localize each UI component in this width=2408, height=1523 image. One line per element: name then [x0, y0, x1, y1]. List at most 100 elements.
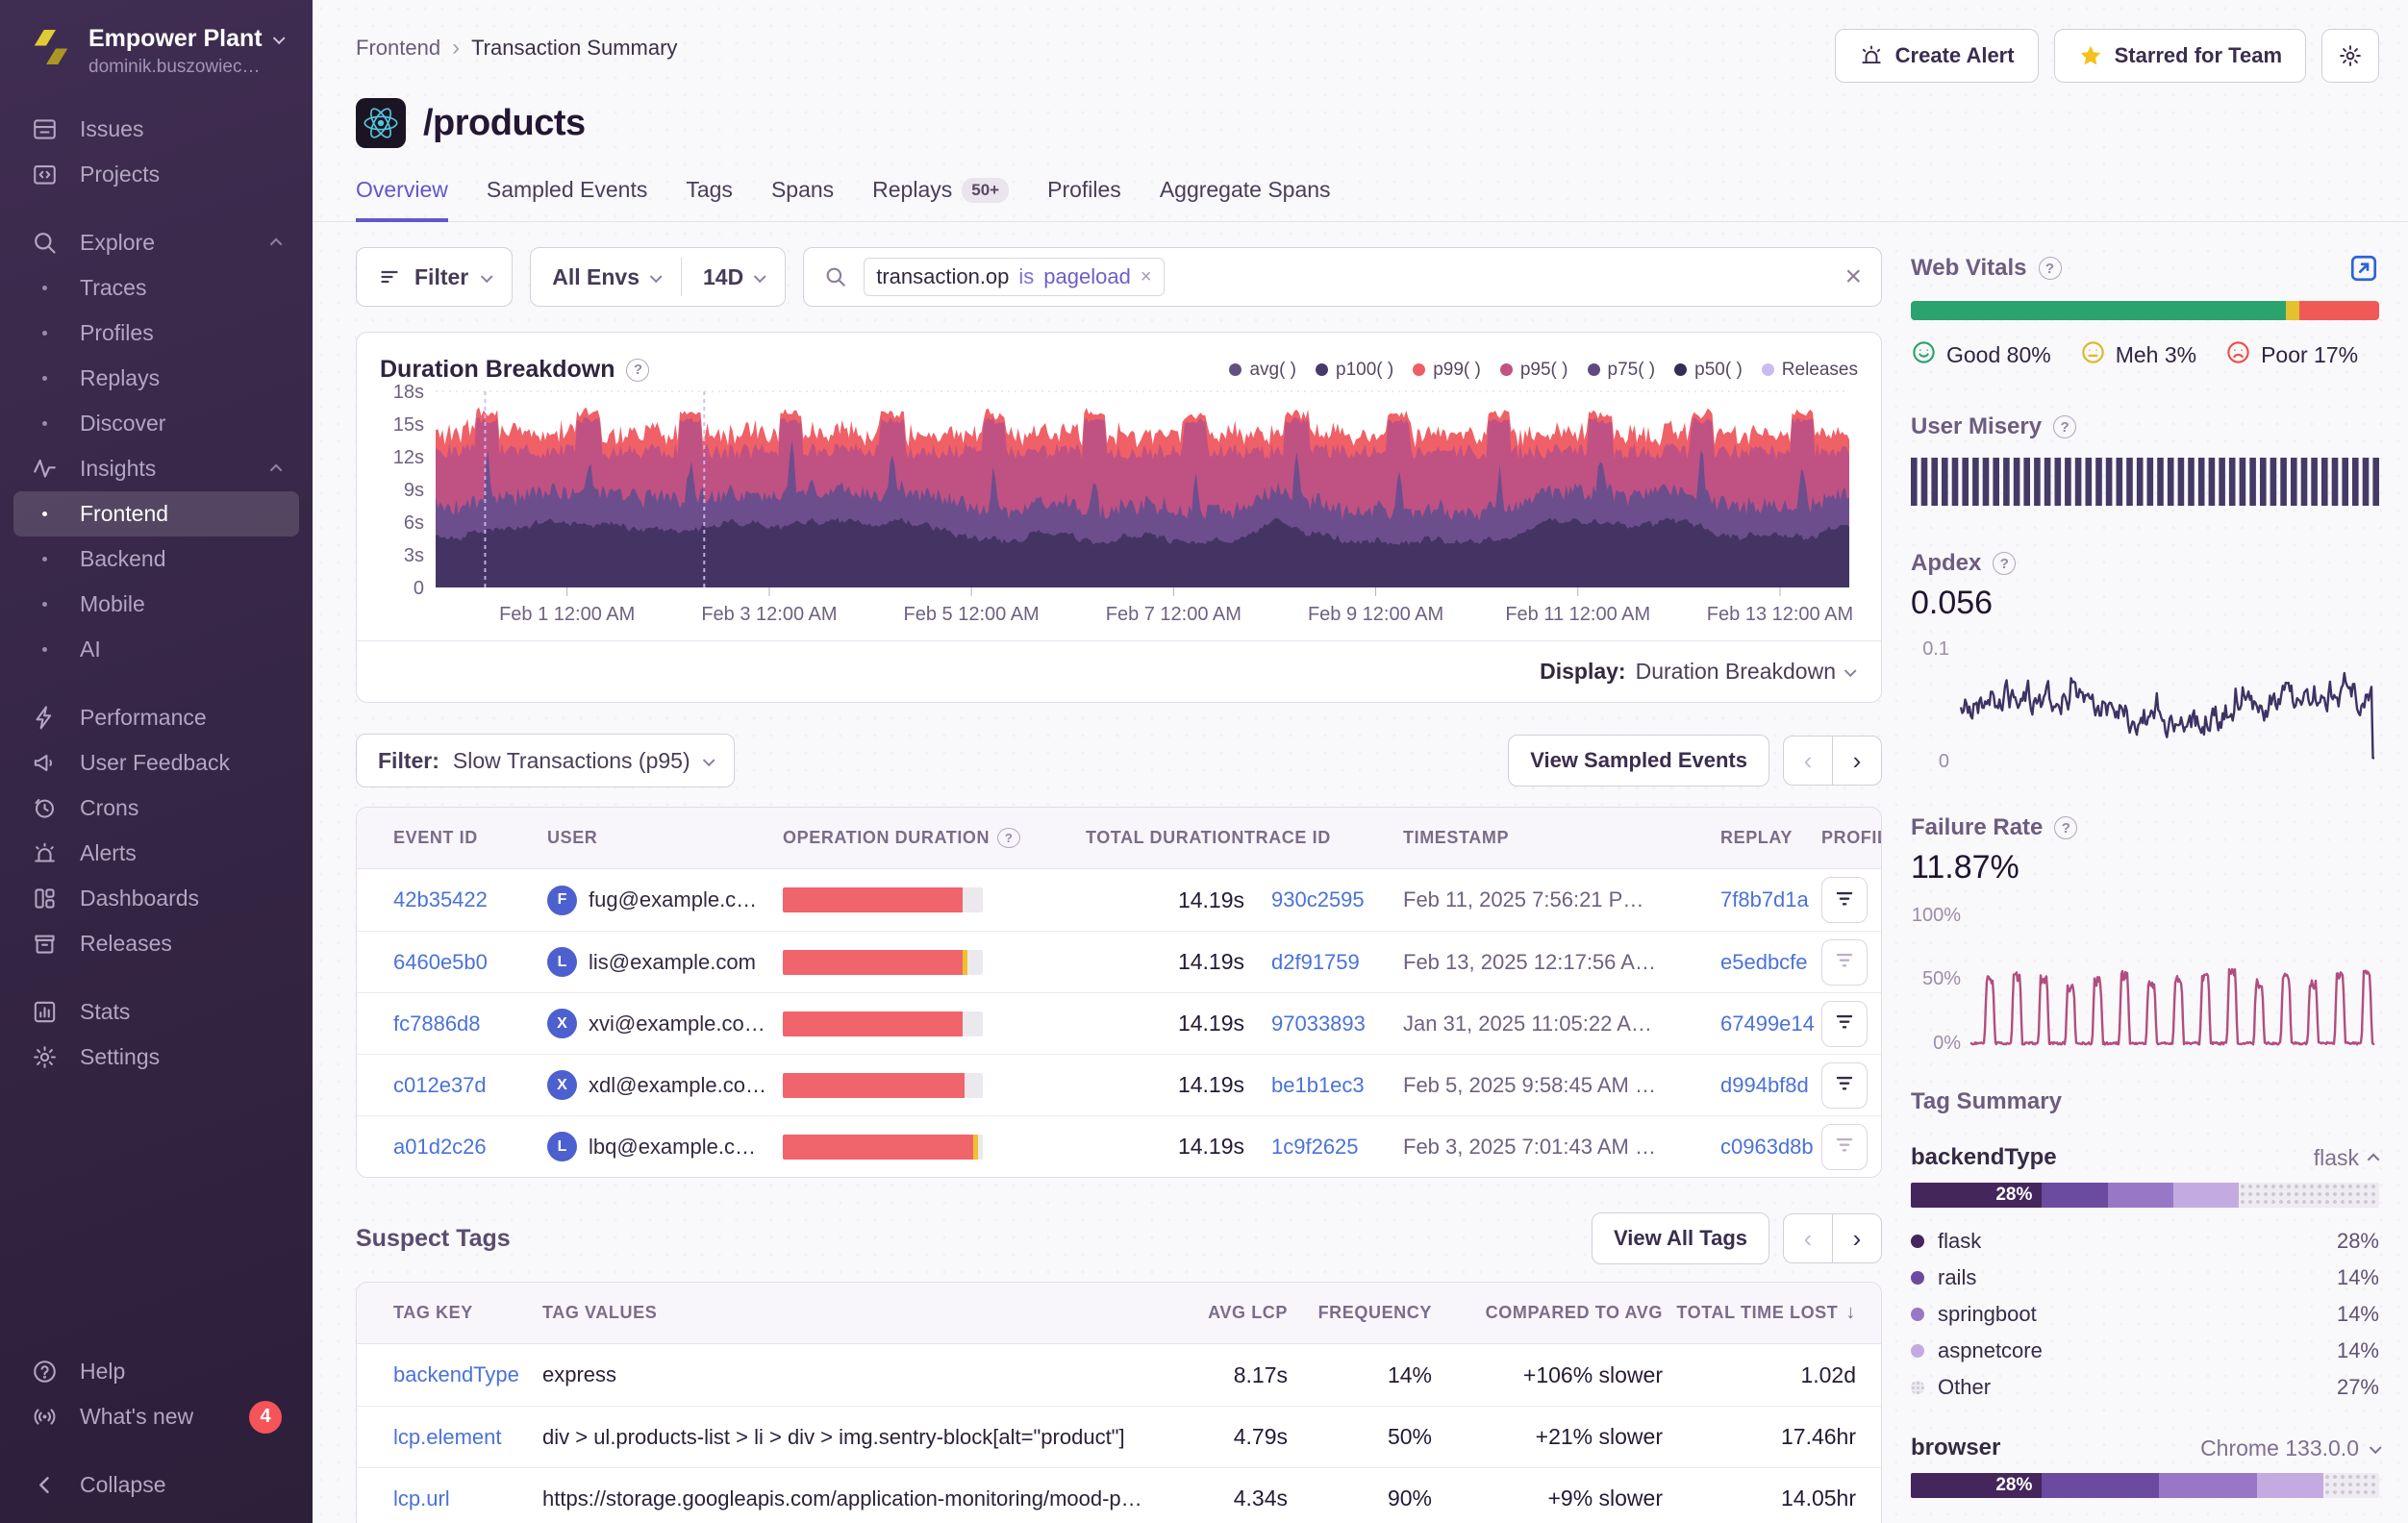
sidebar-item-issues[interactable]: Issues [13, 107, 299, 152]
search-clear-icon[interactable]: × [1844, 262, 1862, 291]
sidebar-item-releases[interactable]: Releases [13, 921, 299, 966]
replay-link[interactable]: 7f8b7d1a [1720, 887, 1821, 912]
trace-id-link[interactable]: 97033893 [1271, 1011, 1403, 1036]
sidebar-item-frontend[interactable]: Frontend [13, 491, 299, 537]
tag-distribution-bar[interactable]: 28% [1911, 1473, 2379, 1498]
next-page-button[interactable]: › [1832, 1213, 1882, 1263]
org-switcher[interactable]: Empower Plant dominik.buszowiec… [0, 0, 313, 78]
legend-item-p95[interactable]: p95( ) [1500, 360, 1568, 381]
display-selector[interactable]: Display: Duration Breakdown [357, 640, 1881, 702]
tab-replays[interactable]: Replays50+ [872, 177, 1009, 222]
column-header-avg-lcp[interactable]: AVG LCP [1172, 1303, 1288, 1323]
sidebar-item-stats[interactable]: Stats [13, 989, 299, 1035]
sidebar-item-ai[interactable]: AI [13, 627, 299, 672]
event-id-link[interactable]: fc7886d8 [393, 1011, 547, 1036]
column-header-compared-to-avg[interactable]: COMPARED TO AVG [1432, 1303, 1663, 1323]
breadcrumb-frontend[interactable]: Frontend [356, 36, 440, 61]
transactions-filter-button[interactable]: Filter: Slow Transactions (p95) [356, 734, 735, 787]
view-sampled-events-button[interactable]: View Sampled Events [1508, 735, 1769, 786]
profile-button[interactable] [1821, 1124, 1868, 1170]
legend-item-releases[interactable]: Releases [1762, 360, 1858, 381]
tab-sampled-events[interactable]: Sampled Events [487, 177, 647, 222]
tag-distribution-bar[interactable]: 28% [1911, 1183, 2379, 1208]
previous-page-button[interactable]: ‹ [1783, 1213, 1833, 1263]
environment-select[interactable]: All Envs [531, 248, 681, 306]
filter-button[interactable]: Filter [356, 247, 513, 307]
sidebar-item-collapse[interactable]: Collapse [13, 1462, 299, 1508]
column-header-trace-id[interactable]: TRACE ID [1244, 828, 1403, 848]
previous-page-button[interactable]: ‹ [1783, 736, 1833, 786]
sidebar-item-what-s-new[interactable]: What's new4 [13, 1394, 299, 1439]
tag-key-link[interactable]: lcp.url [393, 1486, 542, 1511]
trace-id-link[interactable]: 930c2595 [1271, 887, 1403, 912]
event-id-link[interactable]: 42b35422 [393, 887, 547, 912]
event-id-link[interactable]: a01d2c26 [393, 1135, 547, 1160]
operation-duration-bar[interactable] [783, 1135, 983, 1160]
transaction-settings-button[interactable] [2321, 29, 2379, 83]
sidebar-item-explore[interactable]: Explore [13, 220, 299, 265]
sidebar-item-insights[interactable]: Insights [13, 446, 299, 491]
help-icon[interactable]: ? [2039, 257, 2062, 280]
sidebar-item-performance[interactable]: Performance [13, 695, 299, 740]
tag-legend-row[interactable]: springboot 14% [1911, 1296, 2379, 1333]
operation-duration-bar[interactable] [783, 1073, 983, 1098]
help-icon[interactable]: ? [626, 359, 649, 382]
sidebar-item-replays[interactable]: Replays [13, 356, 299, 401]
tag-legend-row[interactable]: rails 14% [1911, 1260, 2379, 1296]
tag-legend-row[interactable]: flask 28% [1911, 1223, 2379, 1260]
sidebar-item-discover[interactable]: Discover [13, 401, 299, 446]
tab-aggregate-spans[interactable]: Aggregate Spans [1160, 177, 1331, 222]
profile-button[interactable] [1821, 877, 1868, 923]
tab-overview[interactable]: Overview [356, 177, 448, 222]
sidebar-item-mobile[interactable]: Mobile [13, 582, 299, 627]
operation-duration-bar[interactable] [783, 950, 983, 975]
event-id-link[interactable]: c012e37d [393, 1073, 547, 1098]
tab-profiles[interactable]: Profiles [1047, 177, 1121, 222]
tab-spans[interactable]: Spans [771, 177, 834, 222]
help-icon[interactable]: ? [1993, 552, 2016, 575]
column-header-tag-values[interactable]: TAG VALUES [542, 1303, 1172, 1323]
column-header-operation-duration[interactable]: OPERATION DURATION? [783, 828, 1066, 848]
help-icon[interactable]: ? [2053, 415, 2076, 438]
search-input[interactable]: transaction.op is pageload × × [803, 247, 1882, 307]
profile-button[interactable] [1821, 1001, 1868, 1047]
replay-link[interactable]: e5edbcfe [1720, 950, 1821, 975]
column-header-user[interactable]: USER [547, 828, 783, 848]
column-header-replay[interactable]: REPLAY [1720, 828, 1821, 848]
profile-button[interactable] [1821, 939, 1868, 986]
column-header-tag-key[interactable]: TAG KEY [393, 1303, 542, 1323]
replay-link[interactable]: 67499e14 [1720, 1011, 1821, 1036]
next-page-button[interactable]: › [1832, 736, 1882, 786]
tag-legend-row[interactable]: aspnetcore 14% [1911, 1333, 2379, 1369]
operation-duration-bar[interactable] [783, 1011, 983, 1036]
profile-button[interactable] [1821, 1062, 1868, 1109]
legend-item-p50[interactable]: p50( ) [1674, 360, 1743, 381]
legend-item-p75[interactable]: p75( ) [1588, 360, 1656, 381]
column-header-event-id[interactable]: EVENT ID [393, 828, 547, 848]
column-header-total-duration[interactable]: TOTAL DURATION [1066, 828, 1244, 848]
tag-section-toggle[interactable]: backendType flask [1911, 1144, 2379, 1171]
tag-legend-row[interactable]: Other 27% [1911, 1369, 2379, 1406]
trace-id-link[interactable]: be1b1ec3 [1271, 1073, 1403, 1098]
tag-key-link[interactable]: lcp.element [393, 1425, 542, 1450]
column-header-timestamp[interactable]: TIMESTAMP [1403, 828, 1720, 848]
starred-for-team-button[interactable]: Starred for Team [2054, 29, 2306, 83]
sidebar-item-dashboards[interactable]: Dashboards [13, 876, 299, 921]
create-alert-button[interactable]: Create Alert [1835, 29, 2039, 83]
duration-breakdown-chart[interactable]: 18s15s12s9s6s3s0Feb 1 12:00 AMFeb 3 12:0… [380, 384, 1860, 626]
search-token[interactable]: transaction.op is pageload × [864, 258, 1164, 296]
sidebar-item-crons[interactable]: Crons [13, 786, 299, 831]
sidebar-item-help[interactable]: Help [13, 1349, 299, 1394]
view-all-tags-button[interactable]: View All Tags [1592, 1212, 1769, 1264]
sidebar-item-alerts[interactable]: Alerts [13, 831, 299, 876]
trace-id-link[interactable]: d2f91759 [1271, 950, 1403, 975]
legend-item-p99[interactable]: p99( ) [1413, 360, 1481, 381]
help-icon[interactable]: ? [997, 828, 1020, 848]
column-header-profile[interactable]: PROFILE [1821, 828, 1882, 848]
sidebar-item-projects[interactable]: Projects [13, 152, 299, 197]
event-id-link[interactable]: 6460e5b0 [393, 950, 547, 975]
help-icon[interactable]: ? [2054, 816, 2077, 839]
sidebar-item-backend[interactable]: Backend [13, 537, 299, 582]
legend-item-p100[interactable]: p100( ) [1316, 360, 1393, 381]
column-header-total-time-lost[interactable]: TOTAL TIME LOST↓ [1663, 1302, 1856, 1324]
